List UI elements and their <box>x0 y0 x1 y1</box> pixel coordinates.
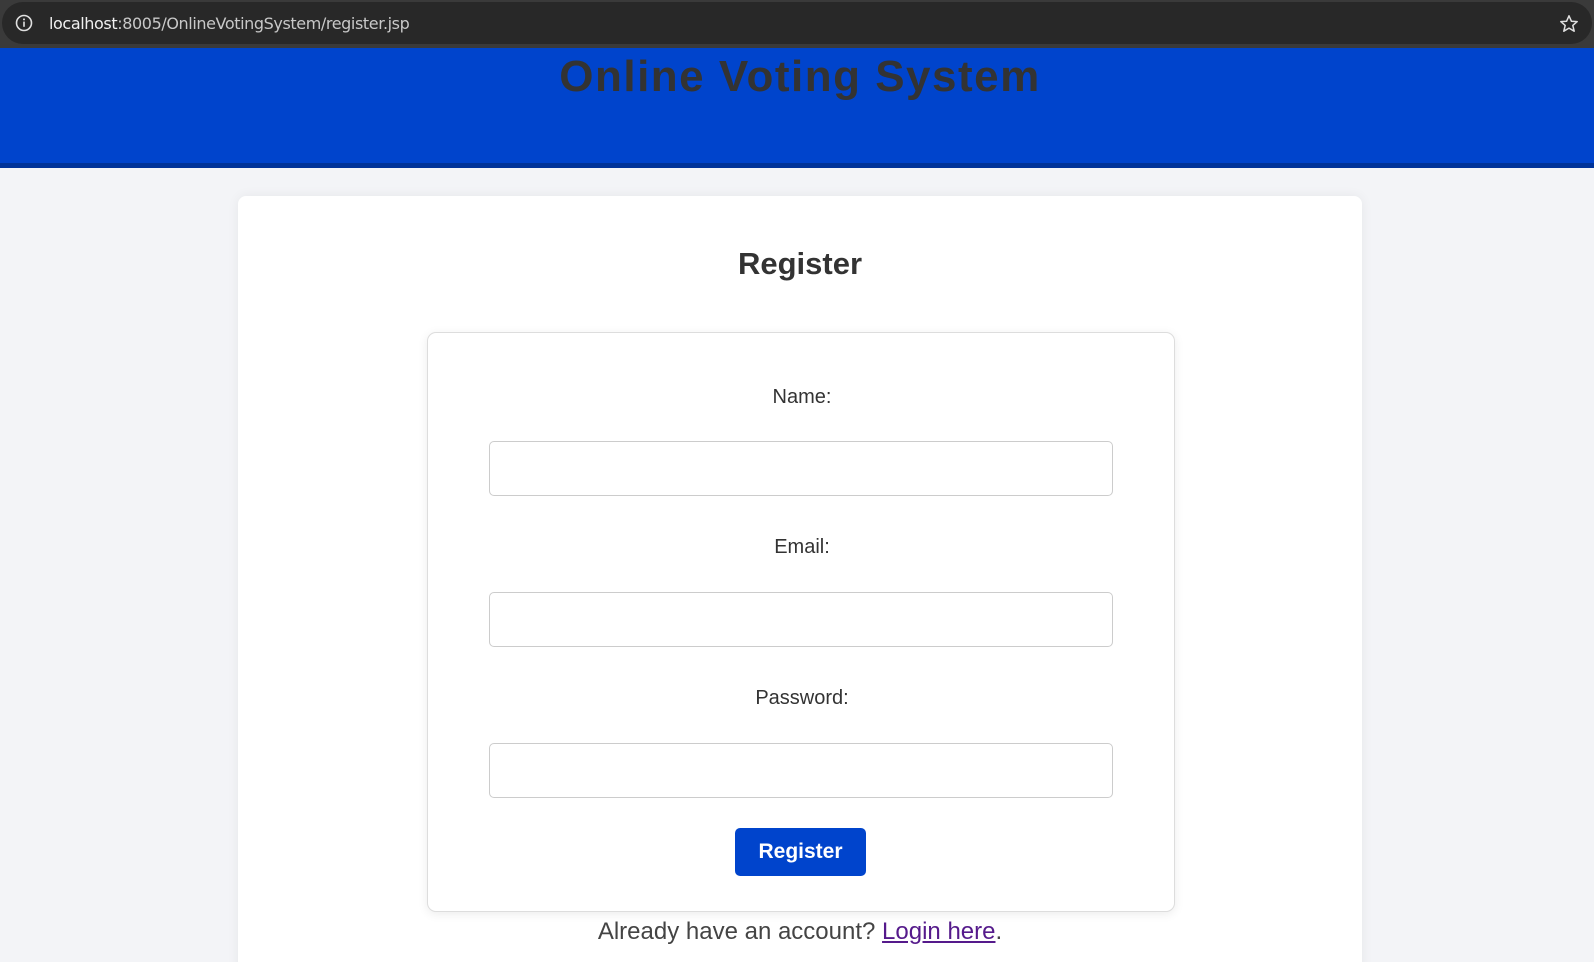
password-input[interactable] <box>489 743 1113 798</box>
register-card: Register Name: Email: Password: Register… <box>238 196 1362 962</box>
star-icon[interactable] <box>1559 14 1579 34</box>
login-prompt: Already have an account? Login here. <box>238 918 1362 946</box>
site-title: Online Voting System <box>559 52 1041 101</box>
url-path: :8005/OnlineVotingSystem/register.jsp <box>117 14 410 33</box>
register-form: Name: Email: Password: Register <box>427 332 1175 912</box>
name-input[interactable] <box>489 441 1113 496</box>
login-suffix: . <box>995 918 1003 945</box>
url-host: localhost <box>49 14 118 33</box>
name-label: Name: <box>772 386 832 408</box>
url-text[interactable]: localhost:8005/OnlineVotingSystem/regist… <box>49 14 410 33</box>
address-bar[interactable]: localhost:8005/OnlineVotingSystem/regist… <box>2 2 1592 44</box>
register-button[interactable]: Register <box>735 828 866 876</box>
login-link[interactable]: Login here <box>882 918 995 945</box>
page-title: Register <box>737 246 863 281</box>
info-icon[interactable] <box>14 13 34 33</box>
browser-toolbar: localhost:8005/OnlineVotingSystem/regist… <box>0 0 1594 48</box>
password-label: Password: <box>755 687 849 709</box>
login-prompt-text: Already have an account? <box>597 918 876 945</box>
site-header: Online Voting System <box>0 48 1594 168</box>
email-label: Email: <box>774 536 830 558</box>
email-input[interactable] <box>489 592 1113 647</box>
